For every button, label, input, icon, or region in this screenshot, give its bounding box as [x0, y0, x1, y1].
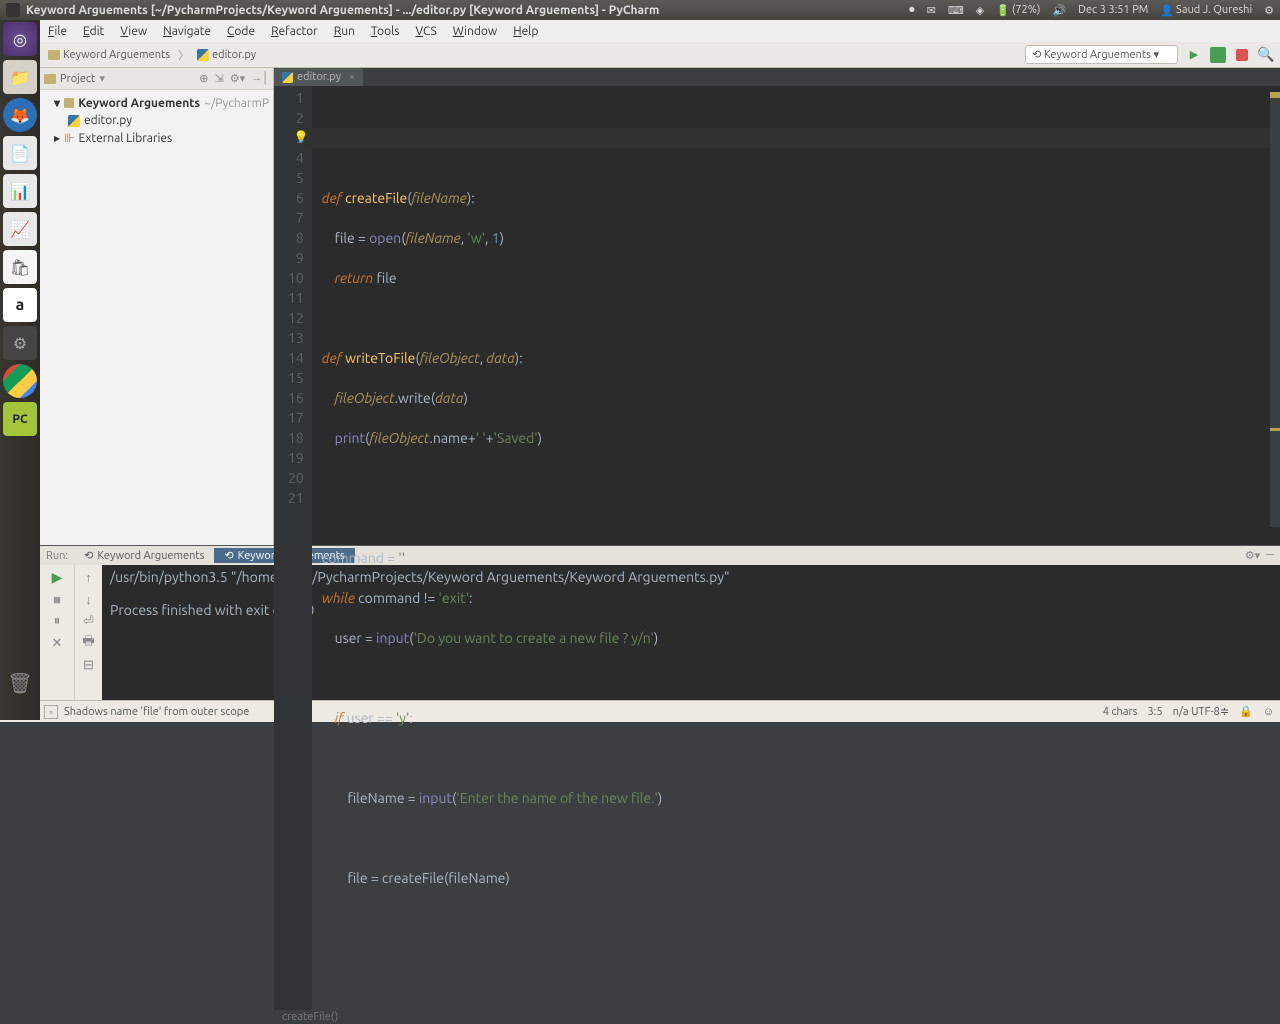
amazon-icon[interactable]: a: [3, 288, 37, 322]
chevron-right-icon: 〉: [178, 47, 189, 63]
editor-minimap[interactable]: [1270, 92, 1280, 527]
pause-button[interactable]: ⏸: [49, 613, 65, 629]
intention-bulb-icon[interactable]: 💡: [294, 128, 309, 148]
breadcrumb-file[interactable]: editor.py: [193, 47, 260, 63]
menu-window[interactable]: Window: [445, 23, 505, 40]
code-body[interactable]: 💡 def createFile(fileName): file = open(…: [312, 86, 1280, 1010]
clock[interactable]: Dec 3 3:51 PM: [1078, 4, 1148, 16]
tool-windows-icon[interactable]: ▫: [44, 705, 58, 719]
editor-tab[interactable]: editor.py×: [274, 68, 363, 86]
up-button[interactable]: ↑: [81, 569, 97, 585]
hide-icon[interactable]: →│: [251, 72, 269, 85]
delete-button[interactable]: ⊟: [81, 657, 97, 673]
chevron-down-icon[interactable]: ▾: [99, 72, 105, 85]
editor: editor.py× 12345678910111213141516171819…: [274, 68, 1280, 545]
wrap-button[interactable]: ⏎: [81, 613, 97, 629]
debug-button[interactable]: [1210, 47, 1226, 63]
stop-button[interactable]: [1234, 47, 1250, 63]
menu-run[interactable]: Run: [326, 23, 363, 40]
run-controls-2: ↑ ↓ ⏎ 🖶 ⊟: [74, 565, 102, 700]
python-icon: [197, 49, 209, 61]
menu-help[interactable]: Help: [505, 23, 546, 40]
dash-icon[interactable]: ◎: [3, 22, 37, 56]
editor-breadcrumb[interactable]: createFile(): [274, 1010, 1280, 1024]
library-icon: ⊪: [64, 131, 74, 145]
calc-icon[interactable]: 📊: [3, 174, 37, 208]
volume-icon[interactable]: 🔊: [1052, 4, 1066, 17]
impress-icon[interactable]: 📈: [3, 212, 37, 246]
stop-button[interactable]: ■: [49, 591, 65, 607]
chrome-icon[interactable]: [3, 364, 37, 398]
trash-icon[interactable]: 🗑: [3, 666, 37, 700]
print-button[interactable]: 🖶: [81, 635, 97, 651]
window-titlebar: Keyword Arguements [~/PycharmProjects/Ke…: [0, 0, 1280, 20]
files-icon[interactable]: 📁: [3, 60, 37, 94]
settings-icon[interactable]: ⚙: [3, 326, 37, 360]
power-icon[interactable]: ⚙: [1264, 4, 1274, 17]
editor-tabs: editor.py×: [274, 68, 1280, 86]
breadcrumb-root[interactable]: Keyword Arguements: [44, 47, 174, 63]
folder-icon: [44, 74, 56, 84]
project-panel: Project ▾ ⊕ ⇲ ⚙▾ →│ ▾ Keyword Arguements…: [40, 68, 274, 545]
project-tree: ▾ Keyword Arguements ~/PycharmP editor.p…: [40, 90, 273, 151]
menu-view[interactable]: View: [112, 23, 155, 40]
python-icon: [68, 115, 80, 127]
run-button[interactable]: ▶: [1186, 47, 1202, 63]
keyboard-icon[interactable]: ⌨: [948, 4, 964, 17]
menu-refactor[interactable]: Refactor: [263, 23, 326, 40]
window-title: Keyword Arguements [~/PycharmProjects/Ke…: [26, 4, 659, 17]
writer-icon[interactable]: 📄: [3, 136, 37, 170]
folder-icon: [64, 98, 74, 108]
project-panel-header[interactable]: Project ▾ ⊕ ⇲ ⚙▾ →│: [40, 68, 273, 90]
network-icon[interactable]: ◈: [976, 4, 984, 17]
breadcrumb: Keyword Arguements 〉 editor.py: [44, 47, 260, 63]
ubuntu-launcher: ◎ 📁 🦊 📄 📊 📈 🛍 a ⚙ PC 🗑: [0, 20, 40, 720]
menu-tools[interactable]: Tools: [363, 23, 408, 40]
code-editor[interactable]: 123456789101112131415161718192021 💡 def …: [274, 86, 1280, 1010]
rerun-button[interactable]: ▶: [49, 569, 65, 585]
inspection-indicator[interactable]: [1270, 92, 1280, 98]
battery-icon[interactable]: 🔋(72%): [996, 4, 1040, 17]
close-button[interactable]: ✕: [49, 635, 65, 651]
run-tab-1[interactable]: ⟲ Keyword Arguements: [74, 548, 214, 563]
warning-mark[interactable]: [1270, 428, 1280, 431]
status-message: Shadows name 'file' from outer scope: [64, 706, 249, 718]
menu-file[interactable]: File: [40, 23, 75, 40]
mail-icon[interactable]: ✉: [927, 4, 936, 17]
tree-root[interactable]: ▾ Keyword Arguements ~/PycharmP: [40, 94, 273, 112]
main-menubar: File Edit View Navigate Code Refactor Ru…: [0, 20, 1280, 42]
app-icon: [6, 3, 20, 17]
firefox-icon[interactable]: 🦊: [3, 98, 37, 132]
close-icon[interactable]: ×: [349, 71, 355, 83]
search-button[interactable]: 🔍: [1258, 47, 1274, 63]
navigation-toolbar: Keyword Arguements 〉 editor.py ⟲ Keyword…: [0, 42, 1280, 68]
gutter: 123456789101112131415161718192021: [274, 86, 312, 1010]
software-icon[interactable]: 🛍: [3, 250, 37, 284]
run-config-dropdown[interactable]: ⟲ Keyword Arguements ▾: [1025, 45, 1178, 64]
pycharm-icon[interactable]: PC: [3, 402, 37, 436]
menu-navigate[interactable]: Navigate: [155, 23, 219, 40]
user-menu[interactable]: 👤 Saud J. Qureshi: [1160, 4, 1252, 17]
run-label: Run:: [40, 550, 74, 562]
tree-file[interactable]: editor.py: [40, 112, 273, 129]
menu-edit[interactable]: Edit: [75, 23, 112, 40]
collapse-icon[interactable]: ⇲: [215, 72, 224, 85]
menu-vcs[interactable]: VCS: [407, 23, 444, 40]
folder-icon: [48, 50, 60, 60]
tree-external-libs[interactable]: ▸ ⊪ External Libraries: [40, 129, 273, 147]
menu-code[interactable]: Code: [219, 23, 263, 40]
scroll-to-icon[interactable]: ⊕: [199, 72, 208, 85]
python-icon: [282, 72, 293, 83]
run-controls: ▶ ■ ⏸ ✕: [40, 565, 74, 700]
record-icon[interactable]: ⏺: [909, 4, 915, 17]
system-tray: ⏺ ✉ ⌨ ◈ 🔋(72%) 🔊 Dec 3 3:51 PM 👤 Saud J.…: [909, 4, 1274, 17]
gear-icon[interactable]: ⚙▾: [230, 72, 245, 85]
down-button[interactable]: ↓: [81, 591, 97, 607]
